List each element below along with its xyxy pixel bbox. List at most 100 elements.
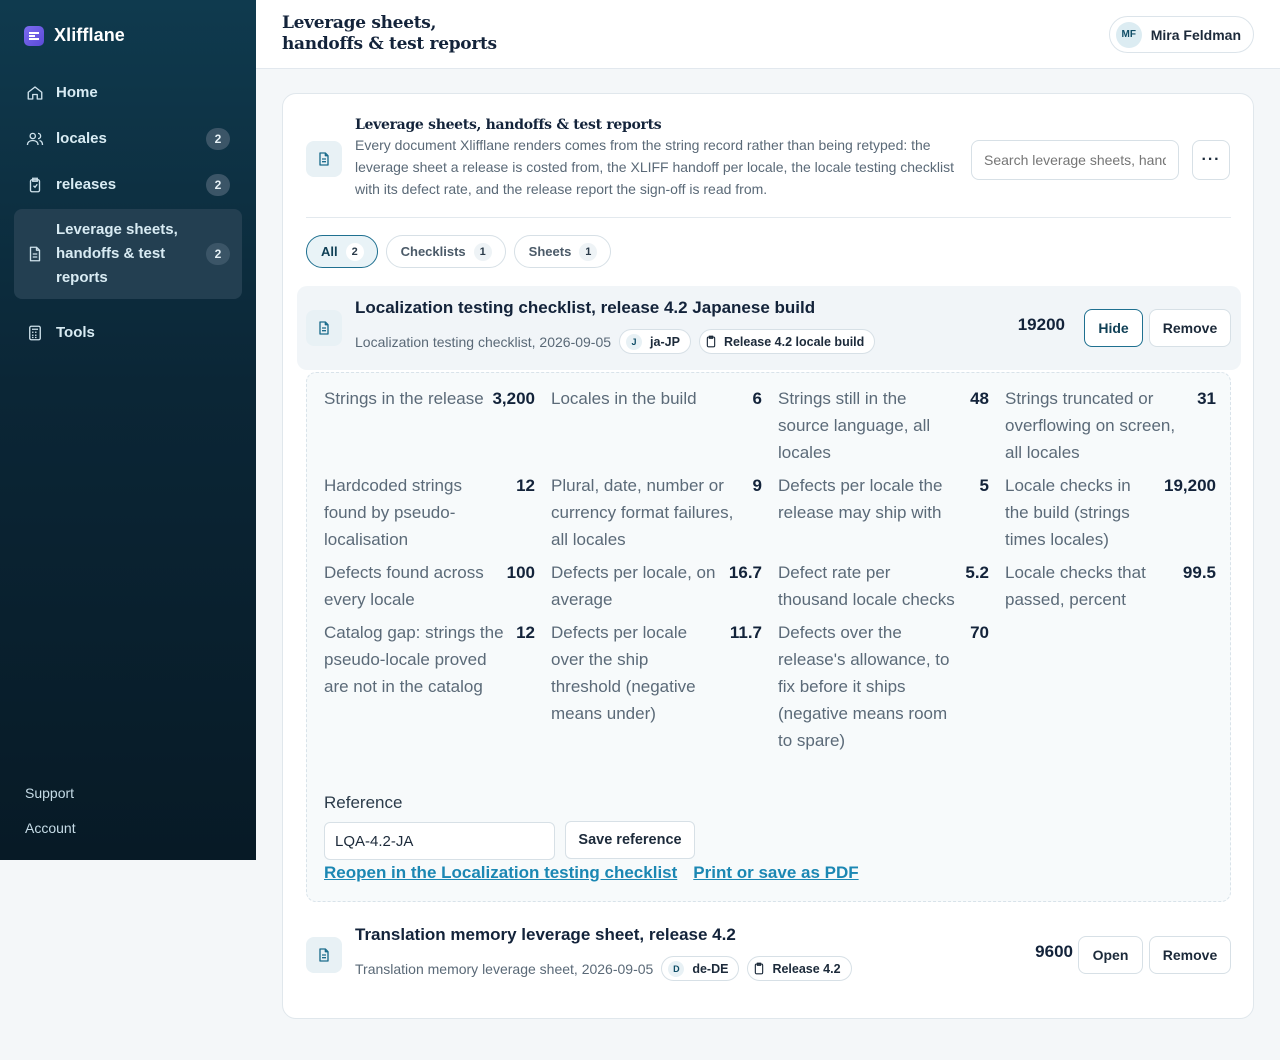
- card-header: Leverage sheets, handoffs & test reports…: [306, 116, 1231, 218]
- stat-value: 5.2: [965, 563, 989, 582]
- filter-sheets[interactable]: Sheets 1: [513, 235, 612, 268]
- stat-value: 16.7: [728, 563, 762, 582]
- document-icon: [306, 937, 342, 973]
- stat-item: Defects over the release's allowance, to…: [778, 619, 1005, 760]
- document-icon: [306, 141, 342, 177]
- sidebar-item-label: Home: [56, 84, 98, 101]
- locale-code: de-DE: [692, 961, 729, 976]
- sidebar: Xlifflane Home locales 2 releases 2 Leve…: [0, 0, 256, 860]
- filter-count: 2: [345, 242, 364, 261]
- sidebar-item-tools[interactable]: Tools: [14, 311, 242, 355]
- filter-count: 1: [579, 242, 598, 261]
- stat-value: 12: [516, 623, 535, 642]
- sidebar-item-label: locales: [56, 130, 107, 147]
- stat-item: Defect rate per thousand locale checks 5.…: [778, 559, 1005, 619]
- stat-label: Defects per locale over the ship thresho…: [551, 623, 696, 723]
- document-title: Translation memory leverage sheet, relea…: [355, 925, 736, 944]
- home-icon: [27, 86, 43, 100]
- reopen-link[interactable]: Reopen in the Localization testing check…: [324, 863, 677, 883]
- document-details: Strings in the release 3,200 Locales in th…: [306, 372, 1231, 902]
- release-name: Release 4.2: [772, 961, 841, 976]
- stat-value: 31: [1197, 389, 1216, 408]
- release-name: Release 4.2 locale build: [723, 334, 865, 349]
- stat-label: Locale checks in the build (strings time…: [1005, 476, 1131, 549]
- stat-value: 5: [979, 476, 989, 495]
- stat-item: Defects per locale the release may ship …: [778, 472, 1005, 559]
- stat-label: Hardcoded strings found by pseudo-locali…: [324, 476, 462, 549]
- document-type-date: Translation memory leverage sheet, 2026-…: [355, 960, 654, 977]
- document-type-date: Localization testing checklist, 2026-09-…: [355, 333, 612, 350]
- calculator-icon: [29, 325, 41, 341]
- account-link[interactable]: Account: [25, 817, 76, 852]
- clipboard-icon: [755, 962, 764, 975]
- hide-button[interactable]: Hide: [1084, 309, 1143, 347]
- stat-item: Catalog gap: strings the pseudo-locale p…: [324, 619, 551, 760]
- count-badge: 2: [206, 128, 230, 150]
- remove-button[interactable]: Remove: [1149, 936, 1231, 974]
- release-tag: Release 4.2: [747, 956, 852, 981]
- filter-all[interactable]: All 2: [306, 235, 378, 268]
- stat-value: 12: [516, 476, 535, 495]
- filter-chips: All 2 Checklists 1 Sheets 1: [306, 235, 612, 268]
- filter-label: All: [321, 244, 338, 259]
- more-options-button[interactable]: ···: [1192, 140, 1230, 180]
- stat-value: 99.5: [1182, 563, 1216, 582]
- document-row[interactable]: Localization testing checklist, release …: [297, 286, 1241, 370]
- sidebar-item-locales[interactable]: locales 2: [14, 117, 242, 161]
- users-icon: [26, 132, 44, 146]
- sidebar-item-releases[interactable]: releases 2: [14, 163, 242, 207]
- filter-label: Checklists: [400, 244, 466, 259]
- search-input[interactable]: [971, 140, 1179, 180]
- avatar: MF: [1115, 21, 1142, 48]
- sidebar-item-label: releases: [56, 176, 117, 193]
- document-row[interactable]: Translation memory leverage sheet, relea…: [297, 913, 1241, 997]
- document-meta: Localization testing checklist, 2026-09-…: [355, 329, 876, 354]
- sidebar-item-label: Tools: [56, 324, 95, 341]
- locale-tag: J ja-JP: [619, 329, 691, 354]
- stat-value: 100: [506, 563, 535, 582]
- sidebar-nav: Home locales 2 releases 2 Leverage sheet…: [0, 71, 256, 355]
- stat-label: Defects per locale, on average: [551, 563, 716, 609]
- open-button[interactable]: Open: [1078, 936, 1143, 974]
- stat-label: Catalog gap: strings the pseudo-locale p…: [324, 623, 504, 696]
- stat-item: Strings still in the source language, al…: [778, 385, 1005, 472]
- stat-value: 70: [970, 623, 989, 642]
- clipboard-icon: [706, 335, 716, 348]
- brand-logo-icon: [24, 25, 44, 46]
- support-link[interactable]: Support: [25, 782, 76, 817]
- locale-initial: J: [626, 333, 643, 350]
- user-menu[interactable]: MF Mira Feldman: [1108, 16, 1254, 53]
- filter-checklists[interactable]: Checklists 1: [385, 235, 506, 268]
- stat-item: Locales in the build 6: [551, 385, 778, 472]
- print-link[interactable]: Print or save as PDF: [693, 863, 858, 883]
- user-name: Mira Feldman: [1150, 26, 1241, 43]
- page-title: Leverage sheets, handoffs & test reports: [282, 13, 497, 54]
- header-text: Leverage sheets, handoffs & test reports…: [355, 116, 965, 200]
- stat-value: 11.7: [729, 623, 762, 642]
- stat-label: Locale checks that passed, percent: [1005, 563, 1146, 609]
- section-description: Every document Xlifflane renders comes f…: [355, 137, 954, 197]
- reference-label: Reference: [324, 793, 403, 812]
- remove-button[interactable]: Remove: [1149, 309, 1231, 347]
- topbar: Leverage sheets, handoffs & test reports…: [256, 0, 1280, 69]
- save-reference-button[interactable]: Save reference: [565, 821, 695, 859]
- locale-code: ja-JP: [650, 334, 680, 349]
- stat-label: Locales in the build: [551, 389, 697, 408]
- stat-label: Strings still in the source language, al…: [778, 389, 931, 462]
- sidebar-item-leverage-sheets[interactable]: Leverage sheets, handoffs & test reports…: [14, 209, 242, 299]
- document-icon: [29, 246, 41, 262]
- sidebar-item-home[interactable]: Home: [14, 71, 242, 115]
- filter-label: Sheets: [528, 244, 572, 259]
- locale-tag: D de-DE: [661, 956, 740, 981]
- sidebar-item-label: Leverage sheets, handoffs & test reports: [56, 221, 178, 286]
- stat-item: Plural, date, number or currency format …: [551, 472, 778, 559]
- document-links: Reopen in the Localization testing check…: [324, 863, 859, 883]
- reference-input[interactable]: [324, 822, 555, 860]
- stat-item: Strings in the release 3,200: [324, 385, 551, 472]
- count-badge: 2: [206, 174, 230, 196]
- stat-item: Defects per locale over the ship thresho…: [551, 619, 778, 760]
- brand[interactable]: Xlifflane: [0, 0, 256, 71]
- sidebar-footer: Support Account: [25, 782, 76, 852]
- filter-count: 1: [473, 242, 492, 261]
- document-title: Localization testing checklist, release …: [355, 298, 816, 317]
